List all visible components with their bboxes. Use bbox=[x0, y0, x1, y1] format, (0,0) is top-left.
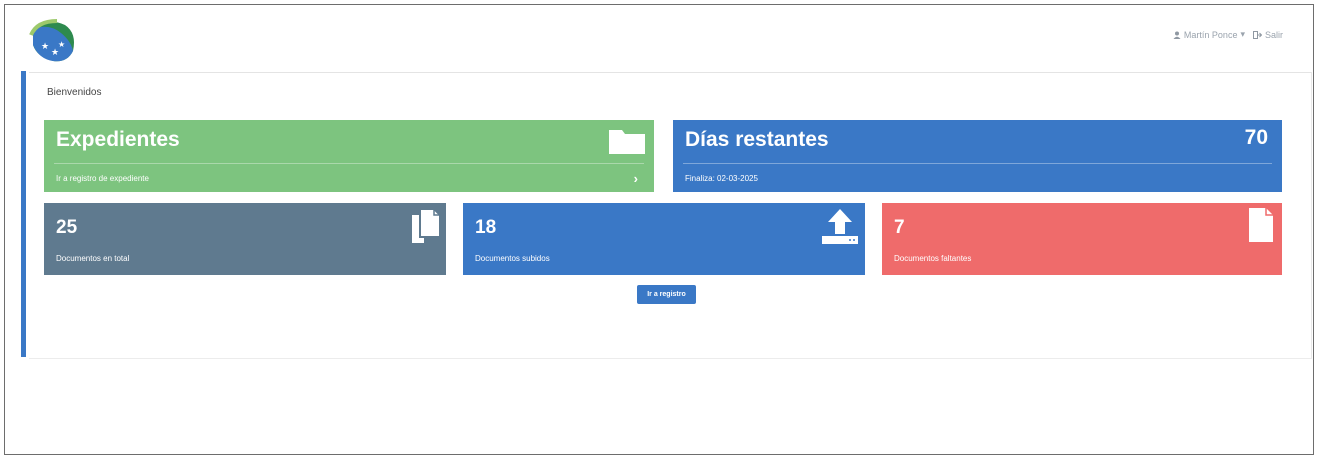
user-name: Martín Ponce bbox=[1183, 29, 1238, 40]
sign-out-icon bbox=[1252, 30, 1262, 39]
expedientes-title: Expedientes bbox=[56, 128, 180, 151]
upload-icon bbox=[822, 209, 858, 244]
card-divider bbox=[683, 163, 1272, 164]
user-icon bbox=[1173, 31, 1181, 39]
documentos-total-card: 25 Documentos en total bbox=[44, 203, 446, 275]
documentos-subidos-value: 18 bbox=[475, 217, 497, 238]
ir-a-registro-button[interactable]: Ir a registro bbox=[637, 285, 696, 304]
dias-restantes-value: 70 bbox=[1244, 126, 1268, 149]
dias-restantes-card: Días restantes 70 Finaliza: 02-03-2025 bbox=[673, 120, 1282, 192]
documentos-subidos-label: Documentos subidos bbox=[475, 254, 550, 263]
documentos-faltantes-card: 7 Documentos faltantes bbox=[882, 203, 1282, 275]
card-divider bbox=[54, 163, 644, 164]
user-dropdown[interactable]: Martín Ponce ▾ bbox=[1173, 29, 1245, 40]
svg-text:★: ★ bbox=[41, 41, 49, 51]
documentos-total-label: Documentos en total bbox=[56, 254, 130, 263]
documentos-total-value: 25 bbox=[56, 217, 78, 238]
file-icon bbox=[1249, 208, 1273, 242]
chevron-right-icon: › bbox=[633, 171, 638, 186]
user-menu: Martín Ponce ▾ Salir bbox=[1173, 29, 1283, 40]
documentos-faltantes-label: Documentos faltantes bbox=[894, 254, 972, 263]
left-accent-bar bbox=[21, 71, 26, 357]
welcome-text: Bienvenidos bbox=[47, 87, 102, 98]
folder-icon bbox=[609, 130, 645, 154]
expedientes-link[interactable]: Ir a registro de expediente bbox=[56, 174, 149, 183]
logo-image: ★ ★ ★ bbox=[29, 19, 74, 62]
copy-files-icon bbox=[412, 208, 441, 243]
logout-label: Salir bbox=[1264, 29, 1283, 40]
finaliza-date: Finaliza: 02-03-2025 bbox=[685, 174, 758, 183]
expedientes-card[interactable]: Expedientes Ir a registro de expediente … bbox=[44, 120, 654, 192]
documentos-subidos-card: 18 Documentos subidos bbox=[463, 203, 865, 275]
documentos-faltantes-value: 7 bbox=[894, 217, 905, 238]
dashboard-panel: Bienvenidos Expedientes Ir a registro de… bbox=[29, 72, 1312, 359]
logout-link[interactable]: Salir bbox=[1252, 29, 1283, 40]
svg-text:★: ★ bbox=[58, 40, 65, 49]
dias-restantes-title: Días restantes bbox=[685, 128, 829, 151]
app-window: ★ ★ ★ Martín Ponce ▾ Salir Bienvenidos E… bbox=[4, 4, 1314, 455]
caret-down-icon: ▾ bbox=[1240, 29, 1245, 39]
